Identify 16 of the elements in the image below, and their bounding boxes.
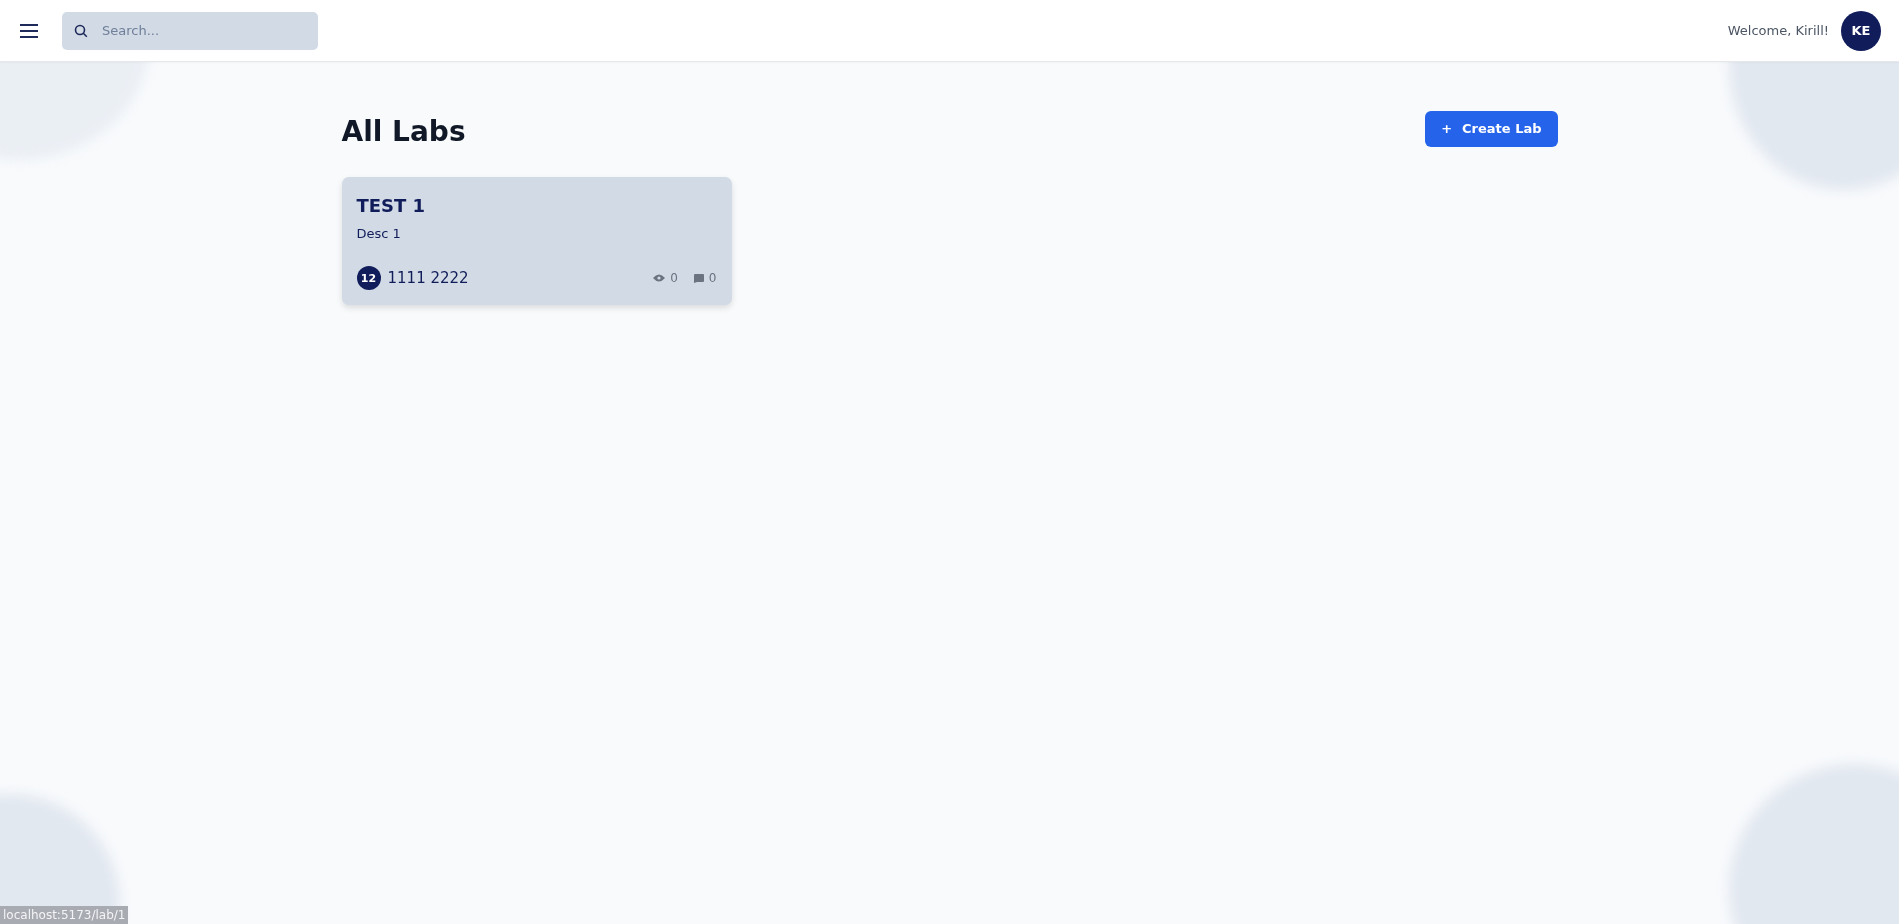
menu-icon[interactable]	[20, 23, 38, 38]
author-name: 1111 2222	[387, 269, 469, 287]
search-field[interactable]: Search...	[62, 11, 318, 50]
page-title: All Labs	[341, 114, 466, 148]
create-lab-button[interactable]: + Create Lab	[1425, 110, 1558, 147]
comment-count: 0	[708, 271, 717, 285]
status-link-tooltip: localhost:5173/lab/1	[0, 906, 129, 924]
lab-card[interactable]: TEST 1 Desc 1 12 1111 2222 0 0	[341, 177, 732, 305]
welcome-text: Welcome, Kirill!	[1727, 23, 1829, 38]
author-avatar: 12	[356, 266, 381, 290]
eye-icon	[653, 274, 666, 282]
lab-description: Desc 1	[356, 226, 402, 241]
lab-title: TEST 1	[356, 195, 427, 216]
comment-icon	[693, 273, 704, 283]
user-avatar[interactable]: KE	[1841, 10, 1881, 51]
view-count: 0	[670, 271, 678, 285]
